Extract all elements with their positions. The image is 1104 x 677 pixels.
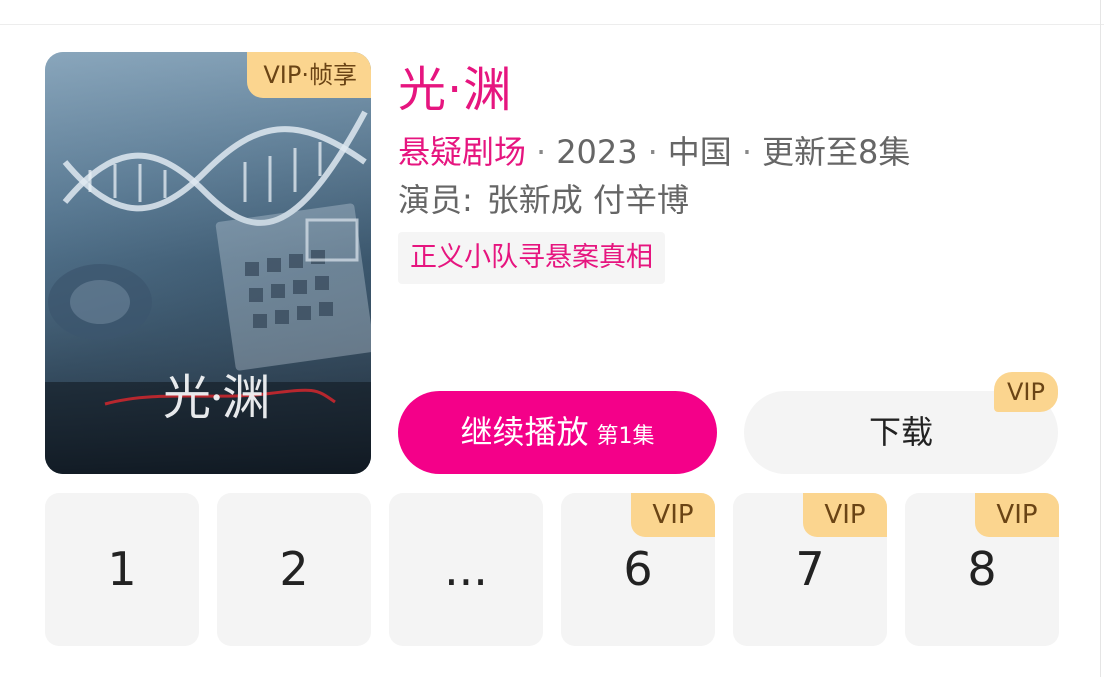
genre-link[interactable]: 悬疑剧场 bbox=[398, 133, 526, 171]
scroll-edge bbox=[1100, 0, 1101, 677]
episode-number: 2 bbox=[279, 542, 309, 596]
top-divider bbox=[0, 24, 1104, 25]
region: 中国 bbox=[667, 133, 732, 171]
episode-tile-7[interactable]: 7 VIP bbox=[733, 493, 887, 646]
cast-names: 张新成 付辛博 bbox=[486, 181, 689, 219]
episode-vip-badge: VIP bbox=[975, 493, 1059, 537]
meta-separator: · bbox=[741, 133, 752, 171]
download-vip-badge: VIP bbox=[994, 372, 1058, 412]
episode-vip-badge: VIP bbox=[631, 493, 715, 537]
show-tag[interactable]: 正义小队寻悬案真相 bbox=[398, 232, 665, 284]
cast-line: 演员: 张新成 付辛博 bbox=[398, 178, 689, 222]
continue-play-button[interactable]: 继续播放 第1集 bbox=[398, 391, 717, 474]
episode-tile-more[interactable]: ... bbox=[389, 493, 543, 646]
cast-label: 演员: bbox=[398, 181, 473, 219]
continue-play-label: 继续播放 bbox=[460, 413, 589, 451]
episode-tile-8[interactable]: 8 VIP bbox=[905, 493, 1059, 646]
meta-separator: · bbox=[536, 133, 547, 171]
current-episode-label: 第1集 bbox=[596, 424, 655, 449]
meta-separator: · bbox=[647, 133, 658, 171]
episode-number: ... bbox=[444, 542, 488, 596]
year: 2023 bbox=[556, 133, 638, 171]
poster-title-art: 光·渊 bbox=[163, 370, 270, 426]
episode-tile-1[interactable]: 1 bbox=[45, 493, 199, 646]
episode-number: 1 bbox=[107, 542, 137, 596]
poster-vip-badge: VIP·帧享 bbox=[247, 52, 371, 98]
episode-vip-badge: VIP bbox=[803, 493, 887, 537]
poster[interactable]: VIP·帧享 光·渊 bbox=[45, 52, 371, 474]
update-status: 更新至8集 bbox=[761, 133, 911, 171]
show-title: 光·渊 bbox=[398, 62, 513, 118]
episode-tile-2[interactable]: 2 bbox=[217, 493, 371, 646]
show-meta: 悬疑剧场 · 2023 · 中国 · 更新至8集 bbox=[398, 130, 910, 174]
episode-tile-6[interactable]: 6 VIP bbox=[561, 493, 715, 646]
